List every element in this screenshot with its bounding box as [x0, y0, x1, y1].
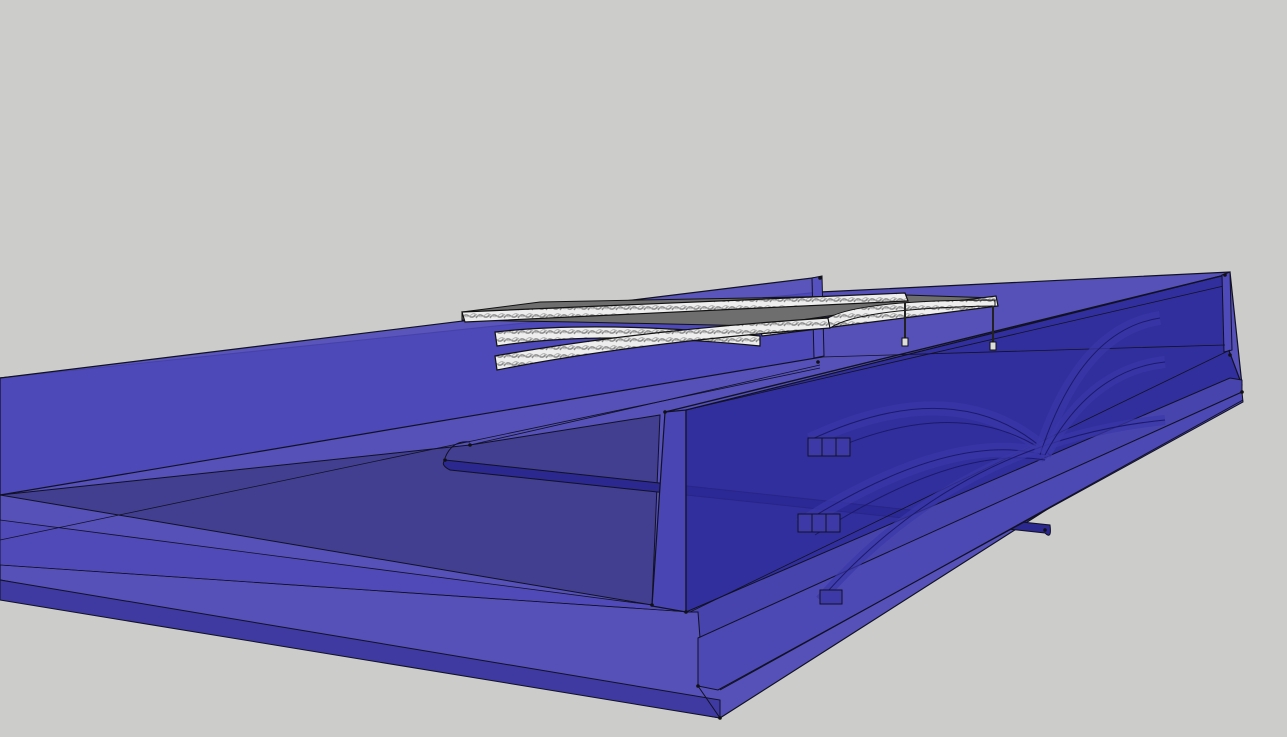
right-wall-end [1221, 271, 1233, 353]
model-canvas[interactable] [0, 0, 1287, 737]
3d-viewport[interactable] [0, 0, 1287, 737]
